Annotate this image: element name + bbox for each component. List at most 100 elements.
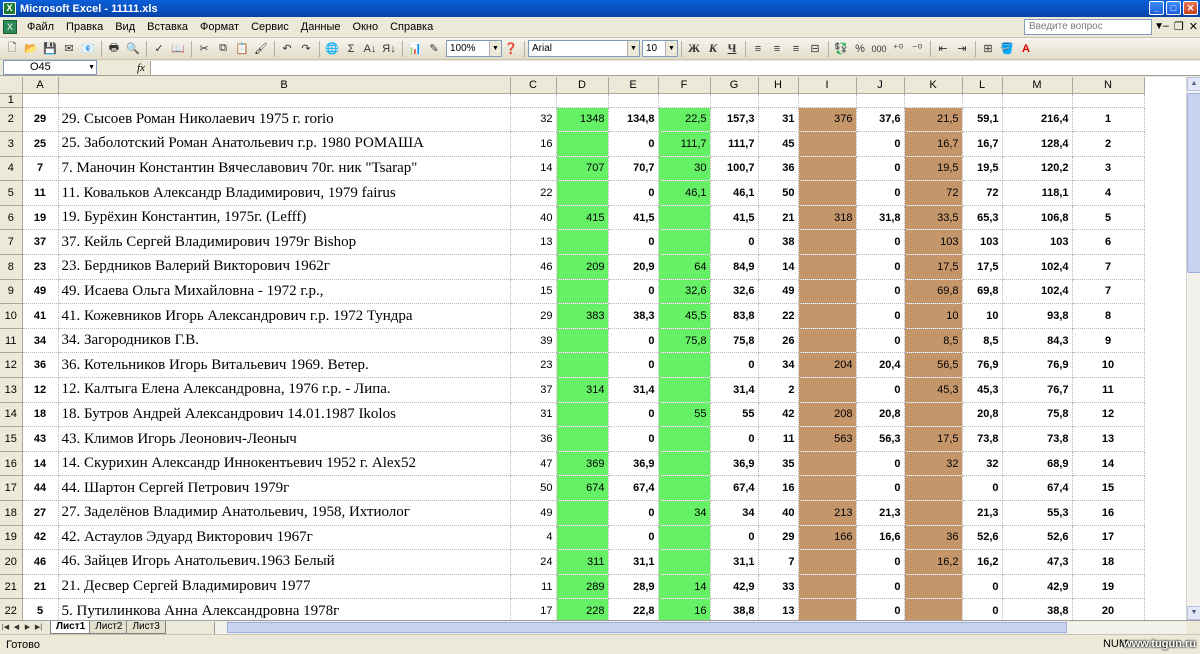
cell-g[interactable]: 55 — [710, 402, 759, 428]
cell-h[interactable]: 21 — [758, 205, 799, 231]
cell-d[interactable]: 1348 — [556, 107, 609, 133]
cell-a[interactable]: 46 — [22, 549, 59, 575]
cell-m[interactable]: 67,4 — [1002, 475, 1073, 501]
column-header[interactable]: M — [1002, 77, 1073, 94]
cell-j[interactable]: 0 — [856, 229, 905, 256]
cell-m[interactable]: 38,8 — [1002, 598, 1073, 620]
cell-d[interactable] — [556, 180, 609, 206]
cell-a[interactable]: 29 — [22, 107, 59, 133]
row-header[interactable]: 8 — [0, 254, 23, 280]
cell-h[interactable]: 38 — [758, 229, 799, 256]
cell-j[interactable]: 0 — [856, 328, 905, 354]
open-icon[interactable]: 📂 — [22, 40, 40, 58]
cell-k[interactable]: 45,3 — [904, 377, 963, 403]
cell-j[interactable]: 0 — [856, 180, 905, 206]
cell-m[interactable]: 120,2 — [1002, 156, 1073, 182]
increase-indent-icon[interactable]: ⇥ — [953, 40, 971, 58]
hscroll-thumb[interactable] — [227, 622, 1067, 633]
sheet-tab-2[interactable]: Лист2 — [89, 621, 129, 634]
email-icon[interactable]: 📧 — [79, 40, 97, 58]
cell-nn[interactable] — [1072, 93, 1145, 108]
maximize-icon[interactable]: □ — [1166, 1, 1181, 15]
cell-nn[interactable]: 18 — [1072, 549, 1145, 575]
cell-e[interactable]: 28,9 — [608, 574, 659, 600]
cell-nn[interactable]: 15 — [1072, 475, 1145, 501]
cell-b[interactable]: 34. Загородников Г.В. — [58, 328, 511, 354]
cell-j[interactable]: 56,3 — [856, 426, 905, 452]
cell-c[interactable]: 16 — [510, 131, 557, 157]
column-header[interactable]: A — [22, 77, 59, 94]
cell-c[interactable]: 13 — [510, 229, 557, 256]
cell-i[interactable] — [798, 180, 857, 206]
save-icon[interactable]: 💾 — [41, 40, 59, 58]
cell-m[interactable]: 128,4 — [1002, 131, 1073, 157]
cell-f[interactable] — [658, 475, 711, 501]
cell-d[interactable]: 314 — [556, 377, 609, 403]
cell-k[interactable]: 72 — [904, 180, 963, 206]
cell-a[interactable]: 7 — [22, 156, 59, 182]
cell-e[interactable]: 0 — [608, 500, 659, 526]
cell-b[interactable]: 5. Путилинкова Анна Александровна 1978г — [58, 598, 511, 620]
cell-k[interactable] — [904, 598, 963, 620]
cell-b[interactable]: 42. Астаулов Эдуард Викторович 1967г — [58, 525, 511, 551]
column-header[interactable]: G — [710, 77, 759, 94]
underline-button[interactable]: Ч — [723, 40, 741, 58]
menu-data[interactable]: Данные — [295, 17, 347, 38]
cell-nn[interactable]: 17 — [1072, 525, 1145, 551]
cell-i[interactable] — [798, 574, 857, 600]
close-icon[interactable]: ✕ — [1183, 1, 1198, 15]
cell-f[interactable] — [658, 377, 711, 403]
cell-h[interactable]: 33 — [758, 574, 799, 600]
cell-d[interactable]: 209 — [556, 254, 609, 280]
cell-k[interactable]: 19,5 — [904, 156, 963, 182]
font-size-select[interactable]: 10 ▼ — [642, 40, 678, 57]
cell-f[interactable]: 22,5 — [658, 107, 711, 133]
column-header[interactable]: K — [904, 77, 963, 94]
chart-wizard-icon[interactable]: 📊 — [406, 40, 424, 58]
column-header[interactable]: E — [608, 77, 659, 94]
row-header[interactable]: 19 — [0, 525, 23, 551]
cut-icon[interactable]: ✂ — [195, 40, 213, 58]
cell-j[interactable]: 20,4 — [856, 352, 905, 379]
cell-h[interactable]: 16 — [758, 475, 799, 501]
cell-c[interactable]: 50 — [510, 475, 557, 501]
cell-j[interactable] — [856, 93, 905, 108]
cell-g[interactable]: 0 — [710, 352, 759, 379]
cell-l[interactable]: 10 — [962, 303, 1003, 329]
cell-g[interactable]: 41,5 — [710, 205, 759, 231]
row-header[interactable]: 13 — [0, 377, 23, 403]
column-header[interactable]: N — [1072, 77, 1145, 94]
cell-a[interactable]: 12 — [22, 377, 59, 403]
cell-h[interactable]: 45 — [758, 131, 799, 157]
cell-j[interactable]: 0 — [856, 303, 905, 329]
cell-d[interactable]: 369 — [556, 451, 609, 477]
cell-k[interactable]: 21,5 — [904, 107, 963, 133]
cell-d[interactable]: 383 — [556, 303, 609, 329]
cell-f[interactable] — [658, 352, 711, 379]
cell-k[interactable] — [904, 500, 963, 526]
horizontal-scrollbar[interactable] — [214, 622, 1186, 634]
scroll-down-icon[interactable]: ▼ — [1187, 606, 1200, 620]
row-header[interactable]: 15 — [0, 426, 23, 452]
cell-i[interactable] — [798, 475, 857, 501]
cell-k[interactable] — [904, 475, 963, 501]
cell-l[interactable]: 20,8 — [962, 402, 1003, 428]
row-header[interactable]: 16 — [0, 451, 23, 477]
chevron-down-icon[interactable]: ▼ — [627, 41, 639, 56]
cell-a[interactable]: 21 — [22, 574, 59, 600]
cell-b[interactable]: 7. Маночин Константин Вячеславович 70г. … — [58, 156, 511, 182]
cell-a[interactable]: 11 — [22, 180, 59, 206]
cell-m[interactable]: 84,3 — [1002, 328, 1073, 354]
cell-e[interactable]: 0 — [608, 279, 659, 305]
cell-j[interactable]: 0 — [856, 279, 905, 305]
column-header[interactable]: H — [758, 77, 799, 94]
cell-nn[interactable]: 20 — [1072, 598, 1145, 620]
cell-h[interactable]: 42 — [758, 402, 799, 428]
cell-c[interactable] — [510, 93, 557, 108]
row-header[interactable]: 21 — [0, 574, 23, 600]
cell-f[interactable] — [658, 229, 711, 256]
cell-l[interactable]: 103 — [962, 229, 1003, 256]
cell-c[interactable]: 31 — [510, 402, 557, 428]
research-icon[interactable]: 📖 — [169, 40, 187, 58]
cell-g[interactable]: 38,8 — [710, 598, 759, 620]
